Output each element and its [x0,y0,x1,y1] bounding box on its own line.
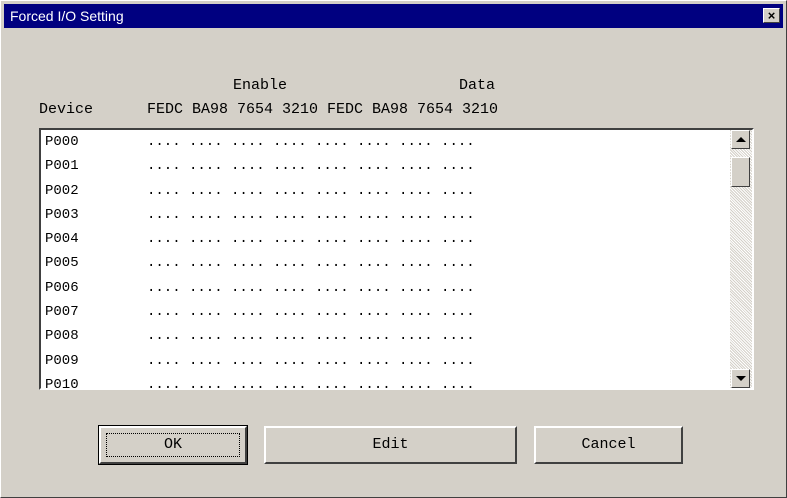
data-header: Data [459,77,496,94]
vertical-scrollbar[interactable] [730,130,752,388]
device-cell: P007 [45,304,79,321]
arrow-down-icon [736,376,746,381]
table-row[interactable]: P007 .... .... .... .... .... .... .... .… [41,301,731,325]
window-title: Forced I/O Setting [10,8,124,24]
device-column-header: Device [39,101,94,118]
edit-button[interactable]: Edit [264,426,517,464]
table-row[interactable]: P000 .... .... .... .... .... .... .... .… [41,131,731,155]
scroll-up-button[interactable] [731,130,750,149]
ok-button-label: OK [163,436,182,453]
arrow-up-icon [736,137,746,142]
table-row[interactable]: P006 .... .... .... .... .... .... .... .… [41,277,731,301]
bits-cell: .... .... .... .... .... .... .... .... [147,231,475,248]
bits-cell: .... .... .... .... .... .... .... .... [147,134,475,150]
cancel-button[interactable]: Cancel [534,426,683,464]
scroll-down-button[interactable] [731,369,750,388]
bits-cell: .... .... .... .... .... .... .... .... [147,182,475,199]
table-row[interactable]: P010 .... .... .... .... .... .... .... .… [41,374,731,390]
bits-cell: .... .... .... .... .... .... .... .... [147,352,475,369]
bits-cell: .... .... .... .... .... .... .... .... [147,206,475,223]
table-row[interactable]: P002 .... .... .... .... .... .... .... .… [41,180,731,204]
close-button[interactable]: × [763,8,780,23]
device-cell: P005 [45,255,79,272]
device-cell: P004 [45,231,79,248]
bits-cell: .... .... .... .... .... .... .... .... [147,328,475,345]
device-cell: P001 [45,158,79,175]
title-bar: Forced I/O Setting × [4,4,783,28]
table-row[interactable]: P008 .... .... .... .... .... .... .... .… [41,325,731,349]
bits-cell: .... .... .... .... .... .... .... .... [147,376,475,390]
bit-columns-header: FEDC BA98 7654 3210 FEDC BA98 7654 3210 [147,101,499,118]
device-rows: P000 .... .... .... .... .... .... .... .… [41,131,731,390]
table-row[interactable]: P001 .... .... .... .... .... .... .... .… [41,155,731,179]
table-row[interactable]: P003 .... .... .... .... .... .... .... .… [41,204,731,228]
table-row[interactable]: P009 .... .... .... .... .... .... .... .… [41,350,731,374]
device-cell: P003 [45,206,79,223]
bits-cell: .... .... .... .... .... .... .... .... [147,255,475,272]
table-row[interactable]: P005 .... .... .... .... .... .... .... .… [41,252,731,276]
device-cell: P010 [45,376,79,390]
device-list[interactable]: P000 .... .... .... .... .... .... .... .… [39,128,754,390]
bits-cell: .... .... .... .... .... .... .... .... [147,304,475,321]
scroll-thumb[interactable] [731,157,750,187]
device-cell: P000 [45,134,79,150]
device-cell: P009 [45,352,79,369]
bits-cell: .... .... .... .... .... .... .... .... [147,279,475,296]
forced-io-setting-dialog: Forced I/O Setting × Enable Data Device … [0,0,787,498]
table-row[interactable]: P004 .... .... .... .... .... .... .... .… [41,228,731,252]
device-cell: P008 [45,328,79,345]
ok-button[interactable]: OK [98,425,248,465]
close-icon: × [767,8,776,23]
device-cell: P002 [45,182,79,199]
enable-header: Enable [233,77,288,94]
device-cell: P006 [45,279,79,296]
bits-cell: .... .... .... .... .... .... .... .... [147,158,475,175]
